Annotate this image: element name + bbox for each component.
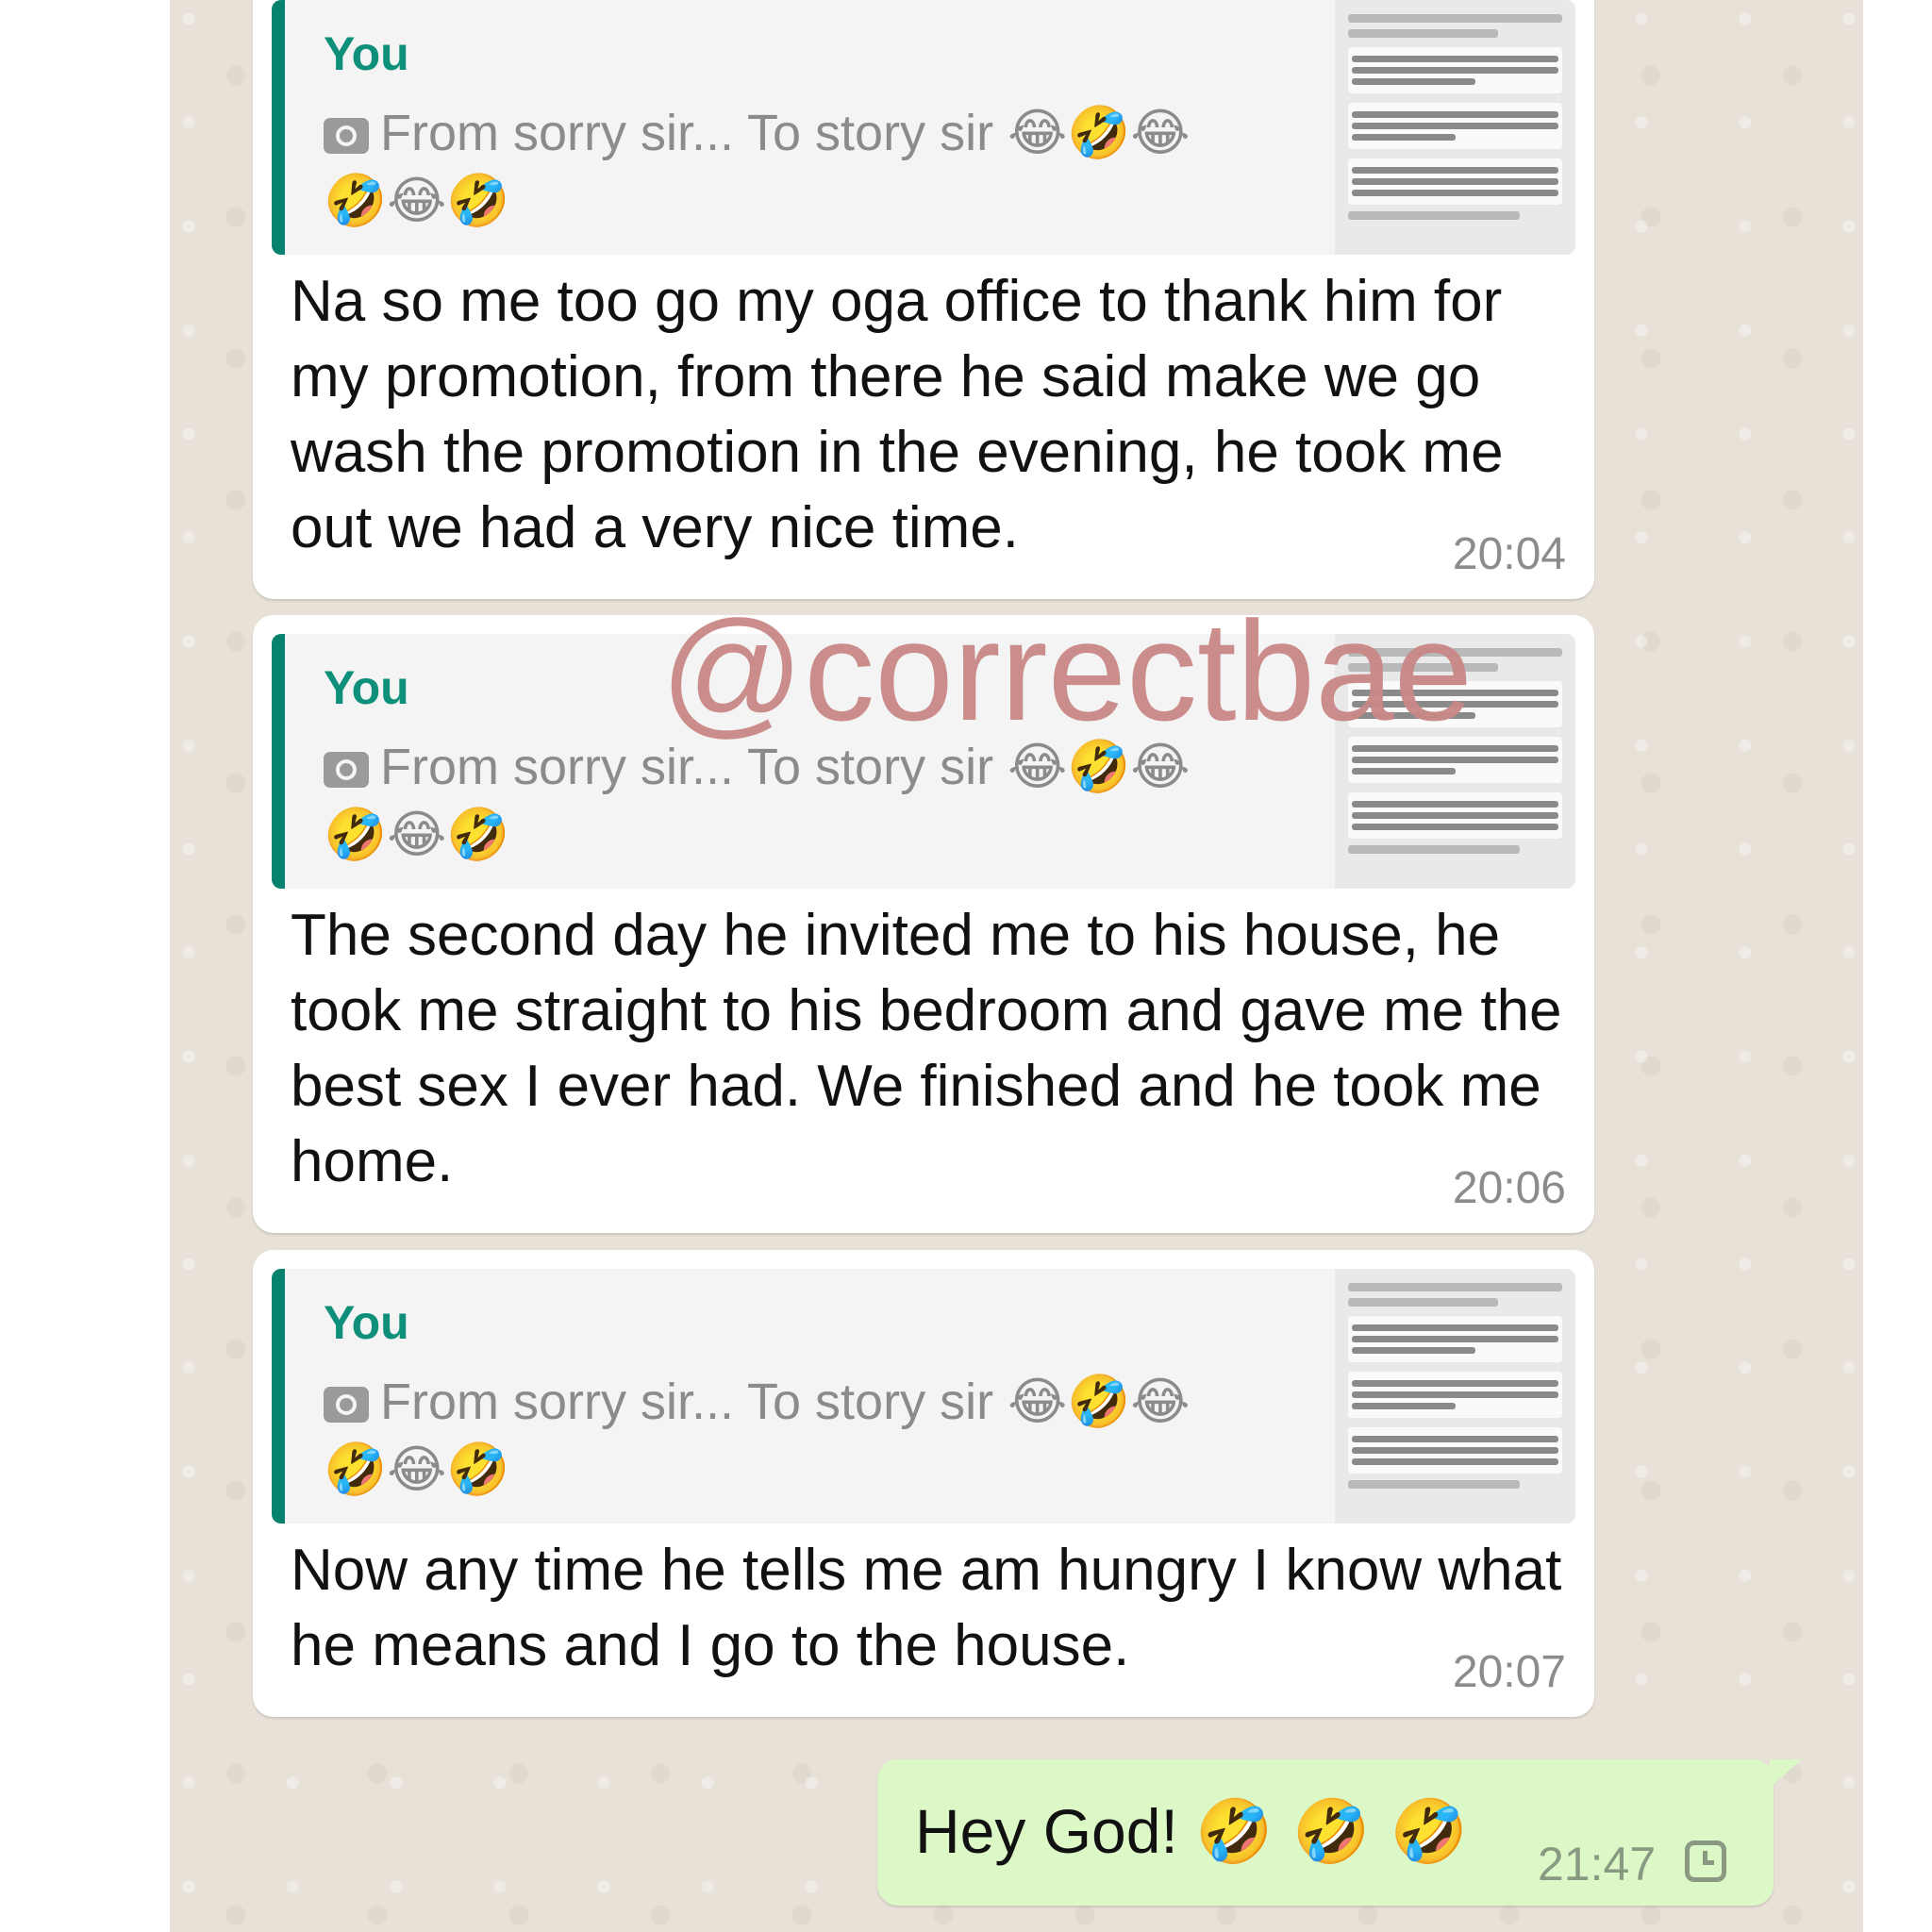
camera-icon [324, 1387, 369, 1423]
quote-emojis: 🤣😂🤣 [324, 171, 510, 230]
quote-accent-bar [272, 1269, 285, 1524]
camera-icon [324, 752, 369, 788]
quoted-reply[interactable]: You From sorry sir... To story sir 😂🤣😂 🤣… [272, 1269, 1575, 1524]
quote-emojis: 😂🤣😂 [1008, 103, 1191, 162]
message-text: Na so me too go my oga office to thank h… [291, 269, 1504, 560]
quote-text: From sorry sir... To story sir [380, 1374, 994, 1430]
message-bubble[interactable]: You From sorry sir... To story sir 😂🤣😂 🤣… [253, 1250, 1594, 1717]
clock-pending-icon [1685, 1840, 1726, 1882]
message-time: 20:07 [1452, 1647, 1566, 1697]
quote-text: From sorry sir... To story sir [380, 105, 994, 161]
chat-background[interactable]: You From sorry sir... To story sir 😂🤣😂 🤣… [170, 0, 1863, 1932]
outgoing-emojis: 🤣 🤣 🤣 [1195, 1795, 1468, 1868]
quote-preview: From sorry sir... To story sir 😂🤣😂 🤣😂🤣 [324, 99, 1276, 235]
outgoing-message-bubble[interactable]: Hey God! 🤣 🤣 🤣 21:47 [877, 1759, 1802, 1906]
message-time: 20:06 [1452, 1163, 1566, 1213]
watermark: @correctbae [660, 591, 1473, 750]
quote-preview: From sorry sir... To story sir 😂🤣😂 🤣😂🤣 [324, 1368, 1276, 1504]
quote-emojis: 😂🤣😂 [1008, 1372, 1191, 1431]
quote-accent-bar [272, 0, 285, 255]
quote-emojis: 🤣😂🤣 [324, 1440, 510, 1499]
outgoing-text: Hey God! [915, 1796, 1178, 1866]
image-thumbnail[interactable] [1335, 1269, 1575, 1524]
quoted-reply[interactable]: You From sorry sir... To story sir 😂🤣😂 🤣… [272, 0, 1575, 255]
quote-author: You [324, 27, 409, 80]
message-time: 20:04 [1452, 529, 1566, 579]
quote-author: You [324, 661, 409, 714]
image-thumbnail[interactable] [1335, 0, 1575, 255]
quote-accent-bar [272, 634, 285, 889]
message-bubble[interactable]: You From sorry sir... To story sir 😂🤣😂 🤣… [253, 0, 1594, 599]
message-text: Now any time he tells me am hungry I kno… [291, 1538, 1562, 1678]
quote-author: You [324, 1296, 409, 1349]
outgoing-message-text: Hey God! 🤣 🤣 🤣 [915, 1795, 1468, 1869]
message-text: The second day he invited me to his hous… [291, 903, 1562, 1194]
camera-icon [324, 118, 369, 154]
quote-emojis: 🤣😂🤣 [324, 805, 510, 864]
outgoing-time: 21:47 [1538, 1838, 1657, 1890]
quote-preview: From sorry sir... To story sir 😂🤣😂 🤣😂🤣 [324, 733, 1276, 869]
